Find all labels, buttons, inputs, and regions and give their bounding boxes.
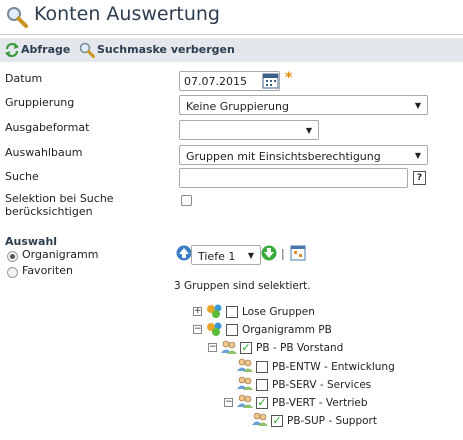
org-chart-icon[interactable] [290,245,306,261]
users-icon [237,376,253,390]
calendar-icon[interactable] [262,72,279,89]
consider-selection-label-line2: berücksichtigen [5,205,93,218]
expand-icon[interactable]: + [193,307,202,316]
toolbar: Abfrage Suchmaske verbergen [0,38,463,62]
tree-checkbox[interactable]: ✓ [240,342,252,354]
refresh-icon [5,42,19,58]
tree-checkbox[interactable] [256,361,268,373]
users-icon [237,358,253,372]
grouping-select[interactable]: Keine Gruppierung ▼ [179,95,428,115]
selection-tree-select[interactable]: Gruppen mit Einsichtsberechtigung ▼ [179,145,428,165]
help-icon[interactable]: ? [413,171,426,185]
favorites-radio[interactable] [7,267,18,278]
users-icon [237,394,253,408]
output-format-label: Ausgabeformat [5,121,90,134]
users-icon [221,340,237,354]
page-title: Konten Auswertung [34,3,220,25]
collapse-icon[interactable]: − [208,343,217,352]
query-button[interactable]: Abfrage [21,43,70,56]
toolbar-separator: | [281,247,285,260]
tree-item-label: Organigramm PB [242,324,332,336]
collapse-icon[interactable]: − [193,325,202,334]
chevron-down-icon: ▼ [305,126,312,135]
groups-icon [207,304,222,318]
tree-item-label: Lose Gruppen [242,306,315,318]
magnifier-icon [79,42,95,58]
organigram-label: Organigramm [22,248,99,261]
tree-item-label: PB - PB Vorstand [256,342,344,354]
tree-item-label: PB-ENTW - Entwicklung [272,361,395,373]
title-bar: Konten Auswertung [0,0,463,35]
toggle-search-mask-button[interactable]: Suchmaske verbergen [97,43,235,56]
required-marker: * [285,70,293,86]
tree-item-label: PB-SERV - Services [272,379,372,391]
date-label: Datum [5,72,43,85]
output-format-select[interactable]: ▼ [179,120,319,140]
tree-checkbox[interactable]: ✓ [271,415,283,427]
organigram-radio[interactable] [7,251,18,262]
groups-icon [207,322,222,336]
arrow-down-icon[interactable] [261,245,277,261]
consider-selection-checkbox[interactable] [181,195,192,206]
tree-checkbox[interactable]: ✓ [256,397,268,409]
chevron-down-icon: ▼ [247,251,254,260]
chevron-down-icon: ▼ [414,101,421,110]
grouping-label: Gruppierung [5,96,75,109]
selection-tree-label: Auswahlbaum [5,146,83,159]
selection-heading: Auswahl [5,235,58,248]
search-label: Suche [5,170,39,183]
tree-checkbox[interactable] [226,324,238,336]
tree-checkbox[interactable] [256,379,268,391]
tree-item-label: PB-VERT - Vertrieb [272,397,368,409]
chevron-down-icon: ▼ [414,151,421,160]
arrow-up-icon[interactable] [176,245,192,261]
tree-checkbox[interactable] [226,306,238,318]
collapse-icon[interactable]: − [224,398,233,407]
tree-item-label: PB-SUP - Support [287,415,377,427]
depth-select[interactable]: Tiefe 1 ▼ [191,245,261,265]
consider-selection-label-line1: Selektion bei Suche [5,192,114,205]
search-input[interactable] [179,168,408,188]
search-icon [7,7,28,28]
favorites-label: Favoriten [22,264,73,277]
selection-status: 3 Gruppen sind selektiert. [174,280,311,292]
users-icon [252,412,268,426]
